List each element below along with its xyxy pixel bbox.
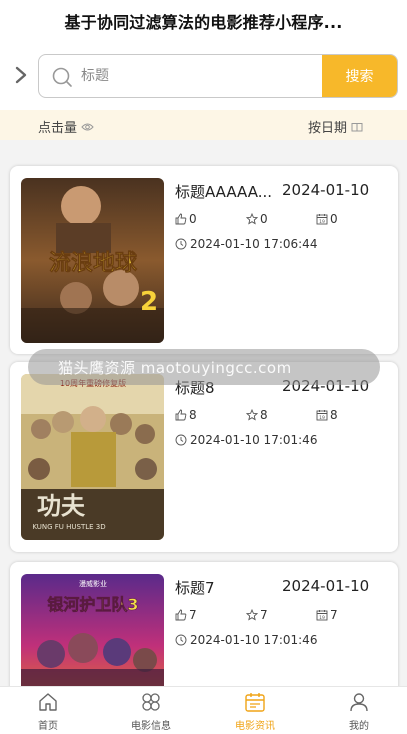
poster-banner: 漫威影业 bbox=[79, 579, 107, 588]
search-box: 搜索 bbox=[38, 54, 398, 98]
movie-card[interactable]: 10周年重磅修复版 功夫 KUNG FU HUSTLE 3D 标题8 2024-… bbox=[10, 362, 398, 552]
poster-subtitle: 2 bbox=[140, 287, 158, 317]
calendar-icon: 19 bbox=[316, 214, 328, 225]
clicks-count: 8 bbox=[330, 408, 338, 422]
movie-poster[interactable]: 流浪地球 2 bbox=[21, 178, 164, 343]
clock-icon bbox=[175, 238, 187, 250]
svg-text:19: 19 bbox=[319, 415, 325, 421]
tab-movie-news-label: 电影资讯 bbox=[235, 721, 275, 732]
poster-subtitle: KUNG FU HUSTLE 3D bbox=[32, 523, 105, 531]
movie-date: 2024-01-10 bbox=[282, 577, 370, 595]
tab-movie-info[interactable]: 电影信息 bbox=[111, 691, 191, 733]
likes-count: 8 bbox=[189, 408, 197, 422]
movie-title: 标题AAAAA... bbox=[175, 183, 273, 201]
clicks-count: 0 bbox=[330, 212, 338, 226]
star-icon bbox=[246, 409, 258, 421]
svg-text:19: 19 bbox=[319, 219, 325, 225]
watermark-toast: 猫头鹰资源 maotouyingcc.com bbox=[28, 349, 380, 385]
page-title: 基于协同过滤算法的电影推荐小程序... bbox=[64, 13, 343, 32]
calendar-small-icon bbox=[351, 122, 363, 131]
movie-timestamp: 2024-01-10 17:01:46 bbox=[175, 633, 317, 647]
favorites-stat[interactable]: 8 bbox=[246, 408, 268, 422]
sort-by-clicks-label: 点击量 bbox=[38, 121, 78, 136]
svg-text:19: 19 bbox=[319, 615, 325, 621]
likes-stat[interactable]: 7 bbox=[175, 608, 197, 622]
favorites-count: 0 bbox=[260, 212, 268, 226]
sort-by-clicks[interactable]: 点击量 bbox=[38, 117, 94, 136]
poster-title: 功夫 bbox=[37, 491, 86, 520]
movie-card[interactable]: 漫威影业 银河护卫队3 标题7 2024-01-10 7 7 19 7 2024… bbox=[10, 562, 398, 702]
tab-movie-info-label: 电影信息 bbox=[131, 721, 171, 732]
grid-icon bbox=[142, 693, 160, 711]
favorites-stat[interactable]: 0 bbox=[246, 212, 268, 226]
tab-mine-label: 我的 bbox=[349, 721, 369, 732]
clicks-stat: 19 8 bbox=[316, 408, 338, 422]
user-icon bbox=[350, 693, 368, 712]
sort-by-date-label: 按日期 bbox=[307, 121, 347, 136]
sort-bar: 点击量 按日期 bbox=[0, 110, 407, 140]
chevron-right-icon[interactable] bbox=[14, 66, 28, 84]
eye-icon bbox=[81, 123, 94, 130]
likes-stat[interactable]: 8 bbox=[175, 408, 197, 422]
home-icon bbox=[39, 693, 57, 711]
favorites-stat[interactable]: 7 bbox=[246, 608, 268, 622]
movie-poster[interactable]: 10周年重磅修复版 功夫 KUNG FU HUSTLE 3D bbox=[21, 374, 164, 540]
search-input[interactable] bbox=[81, 55, 319, 97]
likes-count: 0 bbox=[189, 212, 197, 226]
likes-stat[interactable]: 0 bbox=[175, 212, 197, 226]
clock-icon bbox=[175, 634, 187, 646]
tab-home-label: 首页 bbox=[38, 721, 58, 732]
movie-title: 标题7 bbox=[175, 579, 215, 597]
thumbs-up-icon bbox=[175, 213, 187, 225]
sort-by-date[interactable]: 按日期 bbox=[308, 117, 363, 136]
calendar-icon: 19 bbox=[316, 610, 328, 621]
poster-title: 银河护卫队3 bbox=[47, 595, 138, 614]
likes-count: 7 bbox=[189, 608, 197, 622]
movie-date: 2024-01-10 bbox=[282, 181, 370, 199]
thumbs-up-icon bbox=[175, 409, 187, 421]
search-button[interactable]: 搜索 bbox=[322, 55, 397, 97]
timestamp-text: 2024-01-10 17:06:44 bbox=[190, 237, 318, 251]
search-icon bbox=[52, 67, 72, 87]
clock-icon bbox=[175, 434, 187, 446]
tab-mine[interactable]: 我的 bbox=[319, 691, 399, 733]
clicks-stat: 19 7 bbox=[316, 608, 338, 622]
favorites-count: 8 bbox=[260, 408, 268, 422]
timestamp-text: 2024-01-10 17:01:46 bbox=[190, 433, 318, 447]
clicks-count: 7 bbox=[330, 608, 338, 622]
movie-timestamp: 2024-01-10 17:06:44 bbox=[175, 237, 317, 251]
star-icon bbox=[246, 609, 258, 621]
app-header: 基于协同过滤算法的电影推荐小程序... bbox=[0, 0, 407, 44]
thumbs-up-icon bbox=[175, 609, 187, 621]
calendar-icon: 19 bbox=[316, 410, 328, 421]
calendar-icon bbox=[245, 693, 265, 712]
search-row: 搜索 bbox=[0, 44, 407, 110]
bottom-tabbar: 首页 电影信息 电影资讯 我的 bbox=[0, 686, 407, 734]
star-icon bbox=[246, 213, 258, 225]
movie-poster[interactable]: 漫威影业 银河护卫队3 bbox=[21, 574, 164, 694]
movie-timestamp: 2024-01-10 17:01:46 bbox=[175, 433, 317, 447]
favorites-count: 7 bbox=[260, 608, 268, 622]
poster-title: 流浪地球 bbox=[49, 250, 138, 276]
movie-card[interactable]: 流浪地球 2 标题AAAAA... 2024-01-10 0 0 19 0 20… bbox=[10, 166, 398, 354]
tab-home[interactable]: 首页 bbox=[8, 691, 88, 733]
tab-movie-news[interactable]: 电影资讯 bbox=[215, 691, 295, 733]
clicks-stat: 19 0 bbox=[316, 212, 338, 226]
timestamp-text: 2024-01-10 17:01:46 bbox=[190, 633, 318, 647]
